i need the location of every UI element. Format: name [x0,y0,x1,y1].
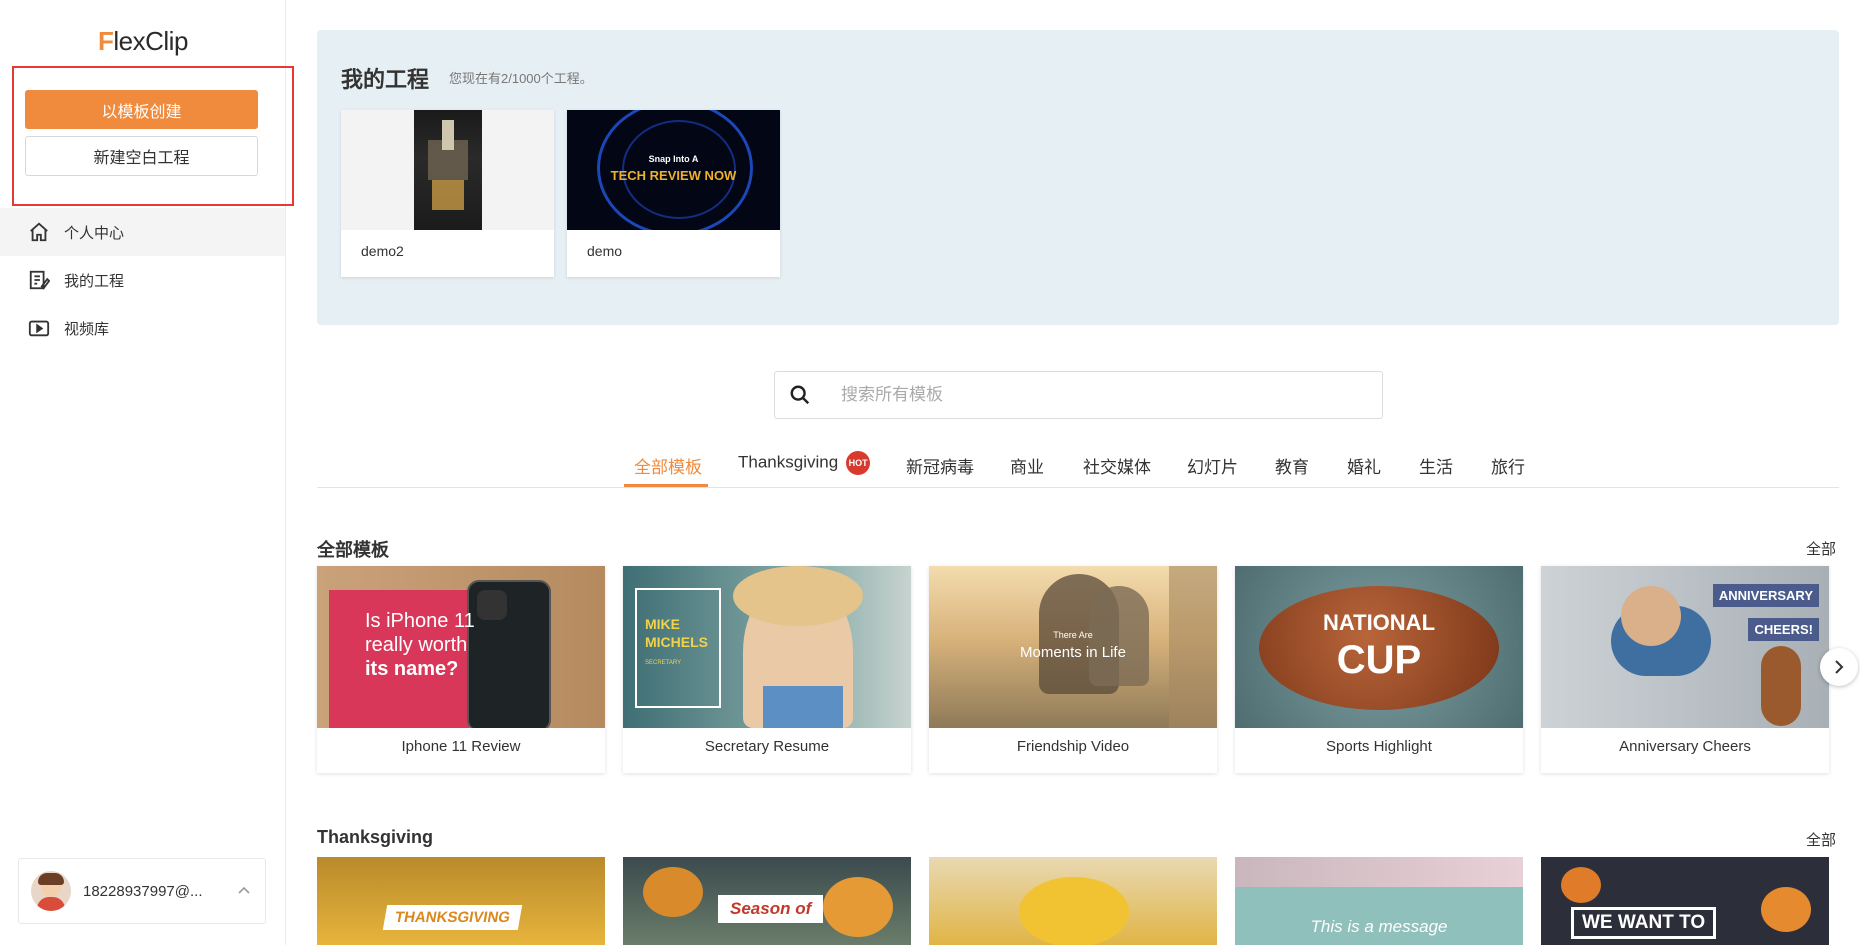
template-name: Secretary Resume [704,738,830,755]
template-card[interactable] [929,857,1217,945]
template-name: Friendship Video [1016,738,1130,755]
chevron-up-icon[interactable] [237,883,251,897]
template-card[interactable]: Is iPhone 11 really worth its name? Ipho… [317,566,605,773]
user-menu[interactable]: 18228937997@... [18,858,266,924]
create-from-template-button[interactable]: 以模板创建 [25,90,258,129]
template-thumbnail: ANNIVERSARY CHEERS! [1541,566,1829,728]
template-thumbnail: NATIONAL CUP [1235,566,1523,728]
tab-covid[interactable]: 新冠病毒 [906,453,974,478]
active-tab-indicator [624,484,708,487]
sidebar-item-my-projects[interactable]: 我的工程 [0,256,285,304]
template-card[interactable]: ANNIVERSARY CHEERS! Anniversary Cheers [1541,566,1829,773]
hot-badge: HOT [846,451,871,475]
project-name: demo [587,243,623,259]
home-icon [30,222,48,242]
template-name: Sports Highlight [1326,738,1432,755]
template-card[interactable]: Season of [623,857,911,945]
tab-all-templates[interactable]: 全部模板 [634,453,702,478]
project-card-demo[interactable]: Snap Into A TECH REVIEW NOW demo [567,110,780,277]
tab-wedding[interactable]: 婚礼 [1347,453,1381,478]
tab-life[interactable]: 生活 [1419,453,1453,478]
template-card[interactable]: NATIONAL CUP Sports Highlight [1235,566,1523,773]
edit-list-icon [29,270,50,290]
tab-slideshow[interactable]: 幻灯片 [1187,453,1238,478]
category-tabs [317,445,1839,488]
sidebar: FlexClip 以模板创建 新建空白工程 个人中心 我的工程 视频库 1822… [0,0,294,945]
tab-education[interactable]: 教育 [1275,453,1309,478]
section-title-all: 全部模板 [317,540,389,560]
template-card[interactable]: THANKSGIVING [317,857,605,945]
template-name: Anniversary Cheers [1619,738,1751,755]
video-icon [28,320,50,337]
sidebar-item-video-library[interactable]: 视频库 [0,304,285,352]
tab-business[interactable]: 商业 [1010,453,1044,478]
section-title-thanksgiving: Thanksgiving [317,827,434,847]
project-card-demo2[interactable]: demo2 [341,110,554,277]
template-card[interactable]: MIKE MICHELS SECRETARY Secretary Resume [623,566,911,773]
template-thumbnail: MIKE MICHELS SECRETARY [623,566,911,728]
chevron-right-icon [1835,660,1844,674]
template-thumbnail: Is iPhone 11 really worth its name? [317,566,605,728]
project-name: demo2 [361,243,404,259]
user-name: 18228937997@... [83,882,203,900]
sidebar-item-label: 视频库 [64,320,110,338]
new-blank-project-button[interactable]: 新建空白工程 [25,136,258,176]
search-icon [790,385,810,405]
search-input[interactable] [839,384,1343,406]
template-search[interactable] [774,371,1383,419]
project-thumbnail: Snap Into A TECH REVIEW NOW [567,110,780,230]
page-title: 我的工程 [341,67,430,92]
view-all-link[interactable]: 全部 [1806,538,1836,559]
template-card[interactable]: There Are Moments in Life Friendship Vid… [929,566,1217,773]
carousel-next-button[interactable] [1820,648,1858,686]
tab-thanksgiving[interactable]: Thanksgiving HOT [738,451,871,475]
sidebar-item-home[interactable]: 个人中心 [0,208,285,256]
flexclip-logo[interactable]: FlexClip [98,26,188,57]
tab-travel[interactable]: 旅行 [1491,453,1525,478]
sidebar-item-label: 个人中心 [64,224,125,242]
sidebar-item-label: 我的工程 [64,272,125,290]
template-card[interactable]: This is a message [1235,857,1523,945]
template-thumbnail: There Are Moments in Life [929,566,1217,728]
template-card[interactable]: WE WANT TO [1541,857,1829,945]
view-all-link[interactable]: 全部 [1806,829,1836,850]
project-count: 您现在有2/1000个工程。 [449,71,593,86]
tab-social-media[interactable]: 社交媒体 [1083,453,1151,478]
template-name: Iphone 11 Review [401,738,521,755]
avatar [31,871,71,911]
project-thumbnail [341,110,554,230]
